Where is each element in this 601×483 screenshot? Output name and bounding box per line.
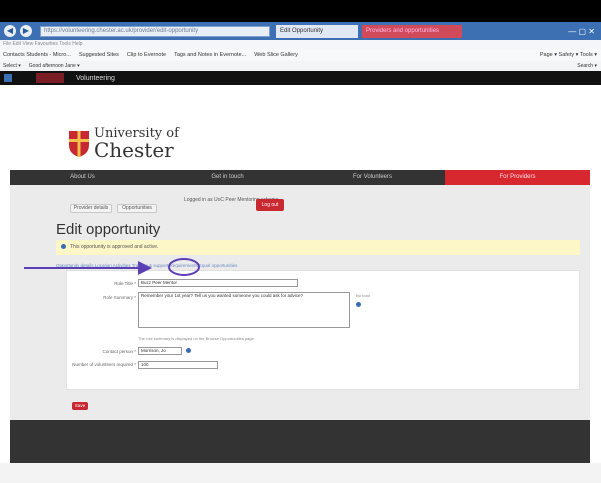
tab-edit-opportunity[interactable]: Edit Opportunity xyxy=(276,24,358,38)
notice-text: This opportunity is approved and active. xyxy=(70,244,159,250)
summary-hint: The role summary is displayed on the Bro… xyxy=(138,336,255,341)
browser-address-row: ◀ ▶ https://volunteering.chester.ac.uk/p… xyxy=(0,22,601,40)
role-summary-textarea[interactable]: Remember your 1st year? Tell us you want… xyxy=(138,292,350,328)
contact-person-select[interactable]: Morrison, Jo xyxy=(138,347,182,355)
fav-item[interactable]: Web Slice Gallery xyxy=(254,52,298,58)
university-name: University of Chester xyxy=(94,126,179,162)
status-notice: This opportunity is approved and active. xyxy=(56,240,580,255)
fav-item[interactable]: Clip to Evernote xyxy=(127,52,166,58)
site-section-title: Volunteering xyxy=(76,74,115,82)
help-icon[interactable] xyxy=(186,348,191,353)
back-icon[interactable]: ◀ xyxy=(4,25,16,37)
help-icon[interactable] xyxy=(356,302,361,307)
nav-for-providers[interactable]: For Providers xyxy=(445,170,590,185)
crest-icon xyxy=(69,130,89,157)
fav-item[interactable]: Suggested Sites xyxy=(79,52,119,58)
tab-providers[interactable]: Providers and opportunities xyxy=(362,24,462,38)
edit-form xyxy=(66,270,580,390)
role-title-label: Role Title * xyxy=(114,281,136,286)
command-menus[interactable]: Page ▾ Safety ▾ Tools ▾ xyxy=(540,52,597,58)
role-summary-label: Role Summary * xyxy=(103,295,136,300)
search-menu[interactable]: Search ▾ xyxy=(577,63,597,69)
cmd-item[interactable]: Good afternoon Jane ▾ xyxy=(29,63,80,69)
opportunities-button[interactable]: Opportunities xyxy=(117,204,157,213)
window-controls[interactable]: — ▢ ✕ xyxy=(568,27,595,36)
nav-for-volunteers[interactable]: For Volunteers xyxy=(300,170,445,185)
fav-item[interactable]: Tags and Notes in Evernote... xyxy=(174,52,246,58)
page-title: Edit opportunity xyxy=(56,221,161,238)
main-navigation: About Us Get in touch For Volunteers For… xyxy=(10,170,590,185)
site-top-bar: Volunteering xyxy=(0,71,601,85)
provider-details-button[interactable]: Provider details xyxy=(70,204,112,213)
top-letterbox xyxy=(0,0,601,22)
favourites-bar: Contacts Students - Micro... Suggested S… xyxy=(0,49,601,61)
cmd-item[interactable]: Select ▾ xyxy=(3,63,21,69)
apps-grid-icon[interactable] xyxy=(4,74,12,82)
bottom-strip xyxy=(0,463,601,483)
site-logo-small[interactable] xyxy=(36,73,64,83)
address-bar[interactable]: https://volunteering.chester.ac.uk/provi… xyxy=(40,25,270,37)
opportunity-tabs[interactable]: Opportunity details Location Activities … xyxy=(56,262,580,270)
volunteers-label: Number of volunteers required * xyxy=(72,362,136,367)
summary-side-note: No bold xyxy=(356,293,370,298)
forward-icon[interactable]: ▶ xyxy=(20,25,32,37)
nav-get-in-touch[interactable]: Get in touch xyxy=(155,170,300,185)
contact-person-label: Contact person * xyxy=(102,349,136,354)
nav-about-us[interactable]: About Us xyxy=(10,170,155,185)
browser-menu-bar[interactable]: File Edit View Favourites Tools Help xyxy=(0,40,601,49)
info-icon xyxy=(61,244,66,250)
save-button[interactable]: Save xyxy=(72,402,88,410)
command-bar: Select ▾ Good afternoon Jane ▾ Search ▾ xyxy=(0,61,601,71)
fav-item[interactable]: Contacts Students - Micro... xyxy=(3,52,71,58)
role-title-input[interactable]: Buzz Peer Mentor xyxy=(138,279,298,287)
university-logo[interactable]: University of Chester xyxy=(68,127,179,160)
logout-button[interactable]: Log out xyxy=(256,199,284,211)
site-footer xyxy=(10,420,590,463)
volunteers-input[interactable]: 100 xyxy=(138,361,218,369)
